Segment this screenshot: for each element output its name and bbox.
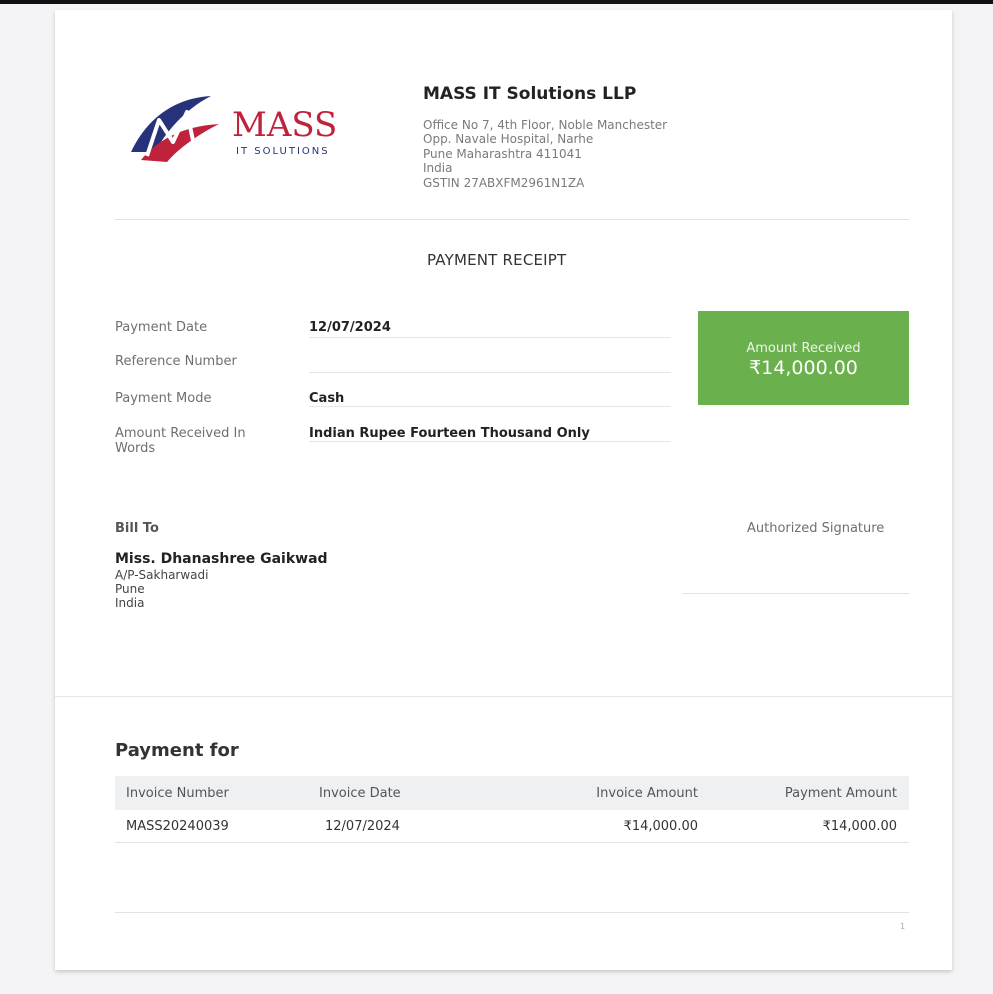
amount-words-underline xyxy=(309,441,671,442)
page-number: 1 xyxy=(900,922,906,931)
col-invoice-amount: Invoice Amount xyxy=(596,786,698,801)
section-divider xyxy=(55,696,952,697)
amount-received-box: Amount Received ₹14,000.00 xyxy=(698,311,909,405)
table-row-divider xyxy=(115,842,909,843)
bill-to-line-2: Pune xyxy=(115,582,145,596)
company-name: MASS IT Solutions LLP xyxy=(423,84,637,104)
receipt-title: PAYMENT RECEIPT xyxy=(427,251,567,269)
receipt-page: MASS IT SOLUTIONS MASS IT Solutions LLP … xyxy=(55,10,952,970)
cell-invoice-date: 12/07/2024 xyxy=(325,819,400,834)
bill-to-label: Bill To xyxy=(115,521,159,536)
company-logo: MASS IT SOLUTIONS xyxy=(129,90,369,170)
payment-mode-underline xyxy=(309,406,671,407)
address-line-1: Office No 7, 4th Floor, Noble Manchester xyxy=(423,118,668,132)
payment-mode-label: Payment Mode xyxy=(115,391,212,406)
logo-subtext: IT SOLUTIONS xyxy=(236,146,330,157)
bill-to-name: Miss. Dhanashree Gaikwad xyxy=(115,551,328,567)
col-payment-amount: Payment Amount xyxy=(784,786,897,801)
header-divider xyxy=(115,219,909,220)
payment-date-label: Payment Date xyxy=(115,320,208,335)
amount-words-label: Amount Received In xyxy=(115,426,246,441)
amount-received-label: Amount Received xyxy=(746,341,861,356)
payment-for-title: Payment for xyxy=(115,740,239,761)
top-edge-bar xyxy=(0,0,993,4)
cell-invoice-amount: ₹14,000.00 xyxy=(623,819,698,834)
authorized-signature-label: Authorized Signature xyxy=(747,521,885,536)
signature-line xyxy=(682,593,909,594)
address-line-4: India xyxy=(423,161,453,175)
payment-mode-value: Cash xyxy=(309,391,345,406)
amount-words-value: Indian Rupee Fourteen Thousand Only xyxy=(309,426,590,441)
reference-number-label: Reference Number xyxy=(115,354,237,369)
mass-logo-icon: MASS IT SOLUTIONS xyxy=(131,96,337,162)
amount-received-value: ₹14,000.00 xyxy=(749,357,858,379)
col-invoice-date: Invoice Date xyxy=(319,786,401,801)
col-invoice-number: Invoice Number xyxy=(126,786,229,801)
bill-to-line-1: A/P-Sakharwadi xyxy=(115,568,209,582)
bill-to-line-3: India xyxy=(115,596,145,610)
footer-divider xyxy=(115,912,909,913)
reference-number-underline xyxy=(309,372,671,373)
cell-payment-amount: ₹14,000.00 xyxy=(822,819,897,834)
payment-date-value: 12/07/2024 xyxy=(309,320,391,335)
logo-wordmark: MASS xyxy=(232,105,337,145)
address-line-3: Pune Maharashtra 411041 xyxy=(423,147,582,161)
payment-date-underline xyxy=(309,337,671,338)
address-line-2: Opp. Navale Hospital, Narhe xyxy=(423,132,594,146)
gstin-line: GSTIN 27ABXFM2961N1ZA xyxy=(423,176,585,190)
amount-words-label-cont: Words xyxy=(115,441,156,456)
cell-invoice-number: MASS20240039 xyxy=(126,819,229,834)
